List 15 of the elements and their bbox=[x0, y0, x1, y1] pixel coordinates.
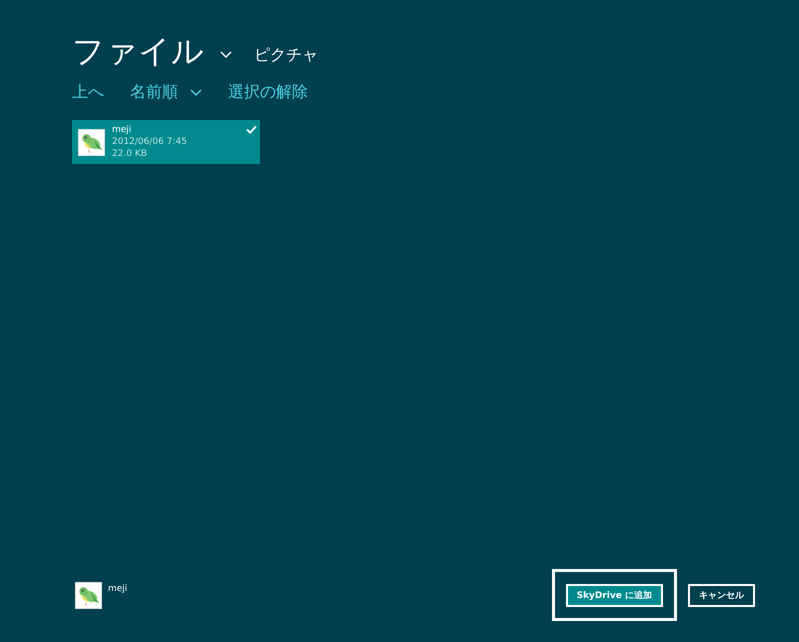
selected-file-name: meji bbox=[108, 584, 128, 594]
sort-dropdown[interactable]: 名前順 bbox=[130, 82, 202, 103]
folder-title[interactable]: ファイル bbox=[72, 30, 204, 74]
file-size: 22.0 KB bbox=[112, 148, 148, 160]
file-name: meji bbox=[112, 124, 132, 136]
checkmark-icon bbox=[246, 125, 257, 134]
chevron-down-icon[interactable] bbox=[220, 51, 232, 59]
location-label: ピクチャ bbox=[254, 44, 318, 66]
add-button[interactable]: SkyDrive に追加 bbox=[566, 584, 663, 607]
cancel-button[interactable]: キャンセル bbox=[688, 584, 755, 607]
command-link[interactable]: 上へ bbox=[72, 82, 104, 103]
chevron-down-icon bbox=[190, 88, 202, 96]
file-date: 2012/06/06 7:45 bbox=[112, 136, 187, 148]
file-tile[interactable]: meji 2012/06/06 7:45 22.0 KB bbox=[72, 120, 260, 164]
command-link[interactable]: 選択の解除 bbox=[228, 82, 308, 103]
